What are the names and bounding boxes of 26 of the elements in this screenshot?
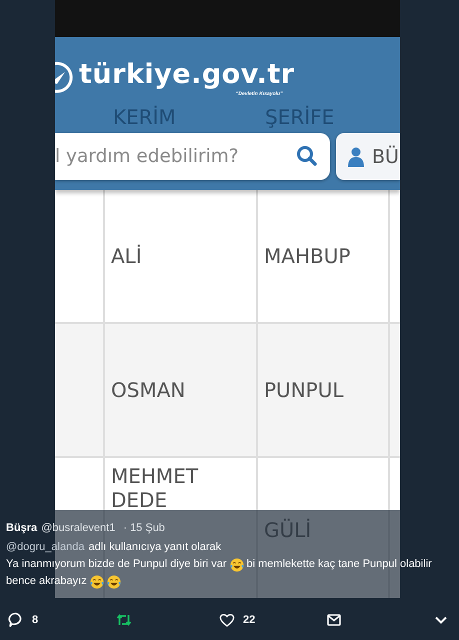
tweet-time[interactable]: · 15 Şub (123, 522, 165, 534)
reply-count: 8 (32, 614, 38, 626)
table-cell-text: OSMAN (111, 377, 186, 404)
mail-icon[interactable] (326, 612, 342, 628)
laughing-emoji-icon (106, 574, 121, 588)
laughing-emoji-icon (90, 574, 104, 588)
author-name[interactable]: Büşra (6, 522, 38, 534)
tweet-text: bi memlekette kaç tane Punpul olabilir (246, 557, 432, 572)
tweet-text: Ya inanmıyorum bizde de Punpul diye biri var (6, 557, 227, 572)
login-button[interactable]: BÜ (336, 133, 400, 180)
site-logo: türkiye.gov.tr (79, 59, 295, 91)
search-field[interactable]: l yardım edebilirim? (55, 133, 330, 180)
heart-icon[interactable] (219, 612, 235, 628)
table-cell-text: ALİ (111, 243, 142, 270)
retweet-icon[interactable] (116, 612, 132, 628)
search-icon (296, 145, 318, 167)
reply-icon[interactable] (8, 612, 24, 628)
reply-note: adlı kullanıcıya yanıt olarak (88, 540, 222, 552)
mention-link[interactable]: @dogru_alanda (6, 540, 84, 552)
user-icon (348, 146, 364, 166)
table-cell-text: PUNPUL (264, 377, 344, 404)
tweet-text: bence akrabayız (6, 574, 87, 589)
like-count: 22 (243, 614, 256, 626)
table-cell-text: MEHMET DEDE (111, 464, 200, 512)
table-cell-text: MAHBUP (264, 243, 350, 270)
laughing-emoji-icon (230, 558, 244, 572)
